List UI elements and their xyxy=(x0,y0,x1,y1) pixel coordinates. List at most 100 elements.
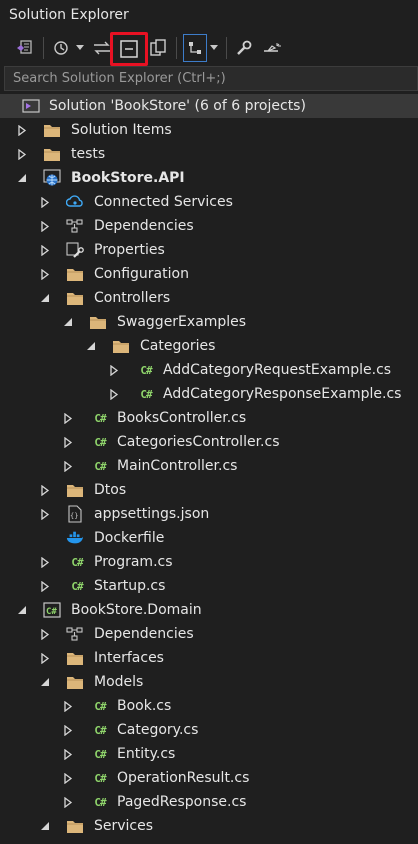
collapsed-arrow-icon[interactable] xyxy=(39,580,51,592)
folder-icon xyxy=(43,145,61,163)
collapsed-arrow-icon[interactable] xyxy=(108,388,120,400)
tree-item[interactable]: Controllers xyxy=(0,286,418,310)
tree-item-label: AddCategoryResponseExample.cs xyxy=(163,386,402,402)
collapsed-arrow-icon[interactable] xyxy=(62,796,74,808)
csharp-file-icon: C# xyxy=(140,387,152,401)
tree-item[interactable]: BookStore.API xyxy=(0,166,418,190)
tree-item[interactable]: C# BookStore.Domain xyxy=(0,598,418,622)
expanded-arrow-icon[interactable] xyxy=(39,292,51,304)
tree-item[interactable]: {} appsettings.json xyxy=(0,502,418,526)
collapsed-arrow-icon[interactable] xyxy=(16,148,28,160)
solution-root-row[interactable]: Solution 'BookStore' (6 of 6 projects) xyxy=(0,94,418,118)
expanded-arrow-icon[interactable] xyxy=(39,676,51,688)
tree-item[interactable]: C# CategoriesController.cs xyxy=(0,430,418,454)
tree-item[interactable]: Interfaces xyxy=(0,646,418,670)
tree-item[interactable]: C# MainController.cs xyxy=(0,454,418,478)
collapsed-arrow-icon[interactable] xyxy=(62,748,74,760)
dependencies-icon xyxy=(66,217,84,235)
csharp-file-icon: C# xyxy=(94,723,106,737)
collapsed-arrow-icon[interactable] xyxy=(39,484,51,496)
csharp-file-icon: C# xyxy=(94,795,106,809)
tree-item[interactable]: Configuration xyxy=(0,262,418,286)
collapsed-arrow-icon[interactable] xyxy=(39,628,51,640)
tree-item-label: Category.cs xyxy=(117,722,199,738)
tree-item-label: Dtos xyxy=(94,482,127,498)
tree-item[interactable]: Dockerfile xyxy=(0,526,418,550)
collapsed-arrow-icon[interactable] xyxy=(62,412,74,424)
tree-item[interactable]: Solution Items xyxy=(0,118,418,142)
tree-item-label: OperationResult.cs xyxy=(117,770,250,786)
tree-item[interactable]: C# AddCategoryRequestExample.cs xyxy=(0,358,418,382)
tree-item-label: Configuration xyxy=(94,266,189,282)
expanded-arrow-icon[interactable] xyxy=(85,340,97,352)
collapsed-arrow-icon[interactable] xyxy=(62,460,74,472)
folder-icon xyxy=(66,265,84,283)
tree-item[interactable]: SwaggerExamples xyxy=(0,310,418,334)
tree-item[interactable]: Services xyxy=(0,814,418,838)
properties-wrench-icon[interactable] xyxy=(233,34,255,62)
tree-item[interactable]: Models xyxy=(0,670,418,694)
tree-item-label: MainController.cs xyxy=(117,458,238,474)
tree-item[interactable]: C# OperationResult.cs xyxy=(0,766,418,790)
tree-item[interactable]: Dependencies xyxy=(0,622,418,646)
search-input[interactable]: Search Solution Explorer (Ctrl+;) xyxy=(4,66,418,91)
collapsed-arrow-icon[interactable] xyxy=(108,364,120,376)
tree-item[interactable]: C# Category.cs xyxy=(0,718,418,742)
tree-item-label: SwaggerExamples xyxy=(117,314,247,330)
collapsed-arrow-icon[interactable] xyxy=(39,652,51,664)
tree-item[interactable]: C# AddCategoryResponseExample.cs xyxy=(0,382,418,406)
collapsed-arrow-icon[interactable] xyxy=(39,196,51,208)
tree-item-label: Dependencies xyxy=(94,218,194,234)
tree-item[interactable]: C# Entity.cs xyxy=(0,742,418,766)
history-dropdown-chevron-icon[interactable] xyxy=(74,34,86,62)
preview-icon[interactable] xyxy=(183,34,207,62)
collapsed-arrow-icon[interactable] xyxy=(39,268,51,280)
tree-item[interactable]: Connected Services xyxy=(0,190,418,214)
collapsed-arrow-icon[interactable] xyxy=(16,124,28,136)
csharp-file-icon: C# xyxy=(71,579,83,593)
tree-item[interactable]: C# Program.cs xyxy=(0,550,418,574)
folder-icon xyxy=(43,121,61,139)
expanded-arrow-icon[interactable] xyxy=(16,604,28,616)
tree-item[interactable]: Dependencies xyxy=(0,214,418,238)
vs-home-icon[interactable] xyxy=(13,34,35,62)
folder-icon xyxy=(112,337,130,355)
tree-item[interactable]: C# BooksController.cs xyxy=(0,406,418,430)
collapsed-arrow-icon[interactable] xyxy=(62,700,74,712)
expanded-arrow-icon[interactable] xyxy=(16,172,28,184)
tree-item[interactable]: Categories xyxy=(0,334,418,358)
tree-item-label: Models xyxy=(94,674,144,690)
window-title: Solution Explorer xyxy=(0,0,418,30)
svg-text:{}: {} xyxy=(70,512,78,520)
tree-item-label: BookStore.API xyxy=(71,170,185,186)
pending-changes-icon[interactable] xyxy=(259,34,285,62)
folder-icon xyxy=(66,289,84,307)
collapsed-arrow-icon[interactable] xyxy=(62,724,74,736)
tree-item-label: Entity.cs xyxy=(117,746,176,762)
tree-item[interactable]: Dtos xyxy=(0,478,418,502)
tree-item[interactable]: Properties xyxy=(0,238,418,262)
tree-item[interactable]: C# PagedResponse.cs xyxy=(0,790,418,814)
tree-item[interactable]: tests xyxy=(0,142,418,166)
expanded-arrow-icon[interactable] xyxy=(39,820,51,832)
collapsed-arrow-icon[interactable] xyxy=(39,556,51,568)
csharp-file-icon: C# xyxy=(94,411,106,425)
collapsed-arrow-icon[interactable] xyxy=(39,220,51,232)
svg-text:C#: C# xyxy=(46,607,57,617)
show-all-files-icon[interactable] xyxy=(146,34,170,62)
collapsed-arrow-icon[interactable] xyxy=(62,436,74,448)
tree-item-label: Interfaces xyxy=(94,650,164,666)
collapsed-arrow-icon[interactable] xyxy=(39,508,51,520)
collapse-all-icon[interactable] xyxy=(110,32,148,66)
tree-item[interactable]: C# Book.cs xyxy=(0,694,418,718)
collapsed-arrow-icon[interactable] xyxy=(39,244,51,256)
tree-item[interactable]: C# Startup.cs xyxy=(0,574,418,598)
csharp-file-icon: C# xyxy=(94,771,106,785)
collapsed-arrow-icon[interactable] xyxy=(62,772,74,784)
history-icon[interactable] xyxy=(50,34,72,62)
expanded-arrow-icon[interactable] xyxy=(62,316,74,328)
csharp-file-icon: C# xyxy=(94,435,106,449)
preview-dropdown-chevron-icon[interactable] xyxy=(208,34,220,62)
tree-item-label: Dockerfile xyxy=(94,530,165,546)
tree-item-label: Properties xyxy=(94,242,165,258)
